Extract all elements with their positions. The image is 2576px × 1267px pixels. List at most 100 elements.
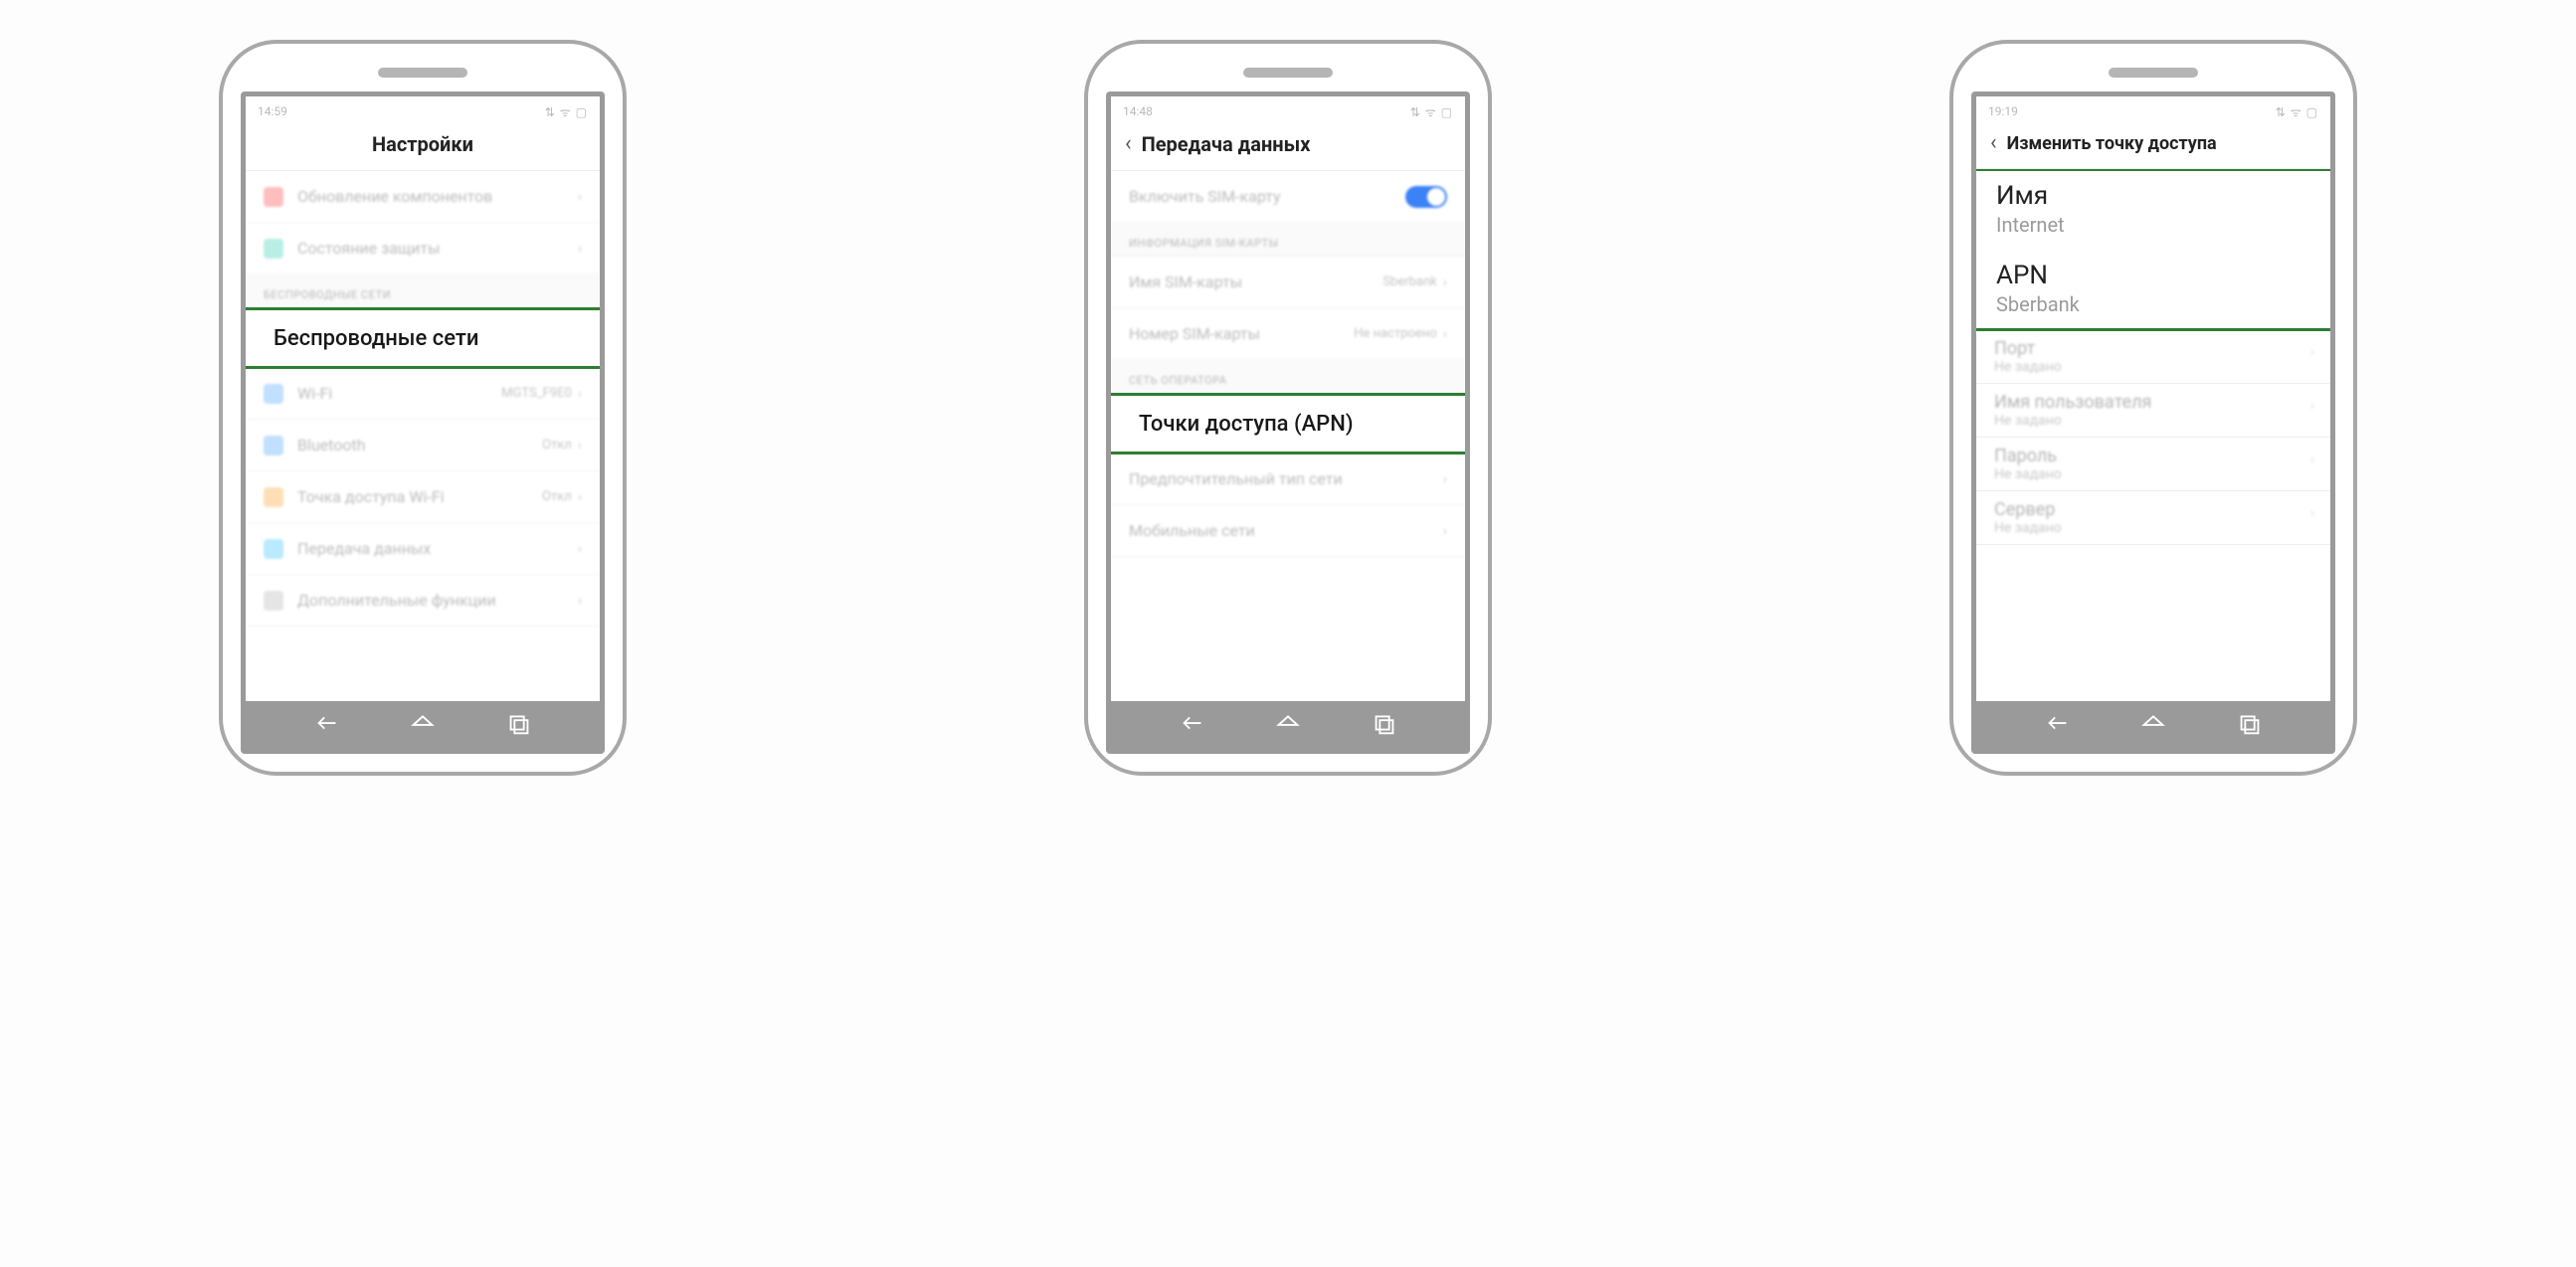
hotspot-icon [264,487,283,507]
status-bar: 14:48 ⇅ ᯤ ▢ [1111,96,1465,126]
nav-home-icon[interactable] [1273,708,1303,742]
row-label: Дополнительные функции [297,591,578,610]
phone-screen: 14:48 ⇅ ᯤ ▢ ‹ Передача данных Включить S… [1106,91,1470,754]
page-title: Передача данных [1142,132,1311,156]
bluetooth-icon [264,436,283,455]
phone-screen: 19:19 ⇅ ᯤ ▢ ‹ Изменить точку доступа Имя… [1971,91,2335,754]
row-value: MGTS_F9E0 [501,386,572,401]
chevron-right-icon: › [1443,274,1447,290]
phone-screen: 14:59 ⇅ ᯤ ▢ Настройки Обновление компоне… [241,91,605,754]
apn-edit-list: Имя Internet APN Sberbank Порт Не задано… [1976,168,2330,701]
row-label: Wi-Fi [297,384,501,403]
phone-mockup-data-transfer: 14:48 ⇅ ᯤ ▢ ‹ Передача данных Включить S… [1084,40,1492,776]
row-apn-highlighted[interactable]: Точки доступа (APN) [1111,393,1465,454]
nav-back-icon[interactable] [1178,708,1207,742]
row-label: Передача данных [297,539,578,558]
more-icon [264,591,283,611]
row-label: Предпочтительный тип сети [1129,469,1443,488]
row-update-components[interactable]: Обновление компонентов › [246,171,600,223]
field-value: Не задано [1994,359,2312,375]
row-value: Откл [542,438,572,452]
status-time: 14:48 [1123,104,1153,118]
android-navbar [1976,701,2330,749]
chevron-right-icon: › [1443,326,1447,342]
row-mobile-networks[interactable]: Мобильные сети › [1111,505,1465,557]
section-sim-info: ИНФОРМАЦИЯ SIM-КАРТЫ [1111,223,1465,257]
page-header: ‹ Передача данных [1111,126,1465,170]
nav-recent-icon[interactable] [2235,708,2265,742]
page-header: Настройки [246,126,600,170]
row-bluetooth[interactable]: Bluetooth Откл › [246,420,600,471]
apn-name-apn-highlighted: Имя Internet APN Sberbank [1976,168,2330,331]
field-label: APN [1996,261,2310,290]
row-hotspot[interactable]: Точка доступа Wi-Fi Откл › [246,471,600,523]
nav-back-icon[interactable] [312,708,342,742]
row-data-transfer[interactable]: Передача данных › [246,523,600,575]
row-label: Bluetooth [297,436,542,454]
field-value: Не задано [1994,466,2312,482]
nav-home-icon[interactable] [408,708,438,742]
chevron-right-icon: › [578,438,582,453]
apn-field-name[interactable]: Имя Internet [1996,177,2310,247]
status-indicators: ⇅ ᯤ ▢ [2276,103,2318,120]
status-bar: 14:59 ⇅ ᯤ ▢ [246,96,600,126]
nav-recent-icon[interactable] [504,708,534,742]
chevron-right-icon: › [578,386,582,402]
row-label: Беспроводные сети [274,326,478,351]
row-label: Номер SIM-карты [1129,324,1354,343]
chevron-right-icon: › [578,541,582,557]
row-value: Не настроено [1354,326,1437,341]
field-label: Пароль [1994,446,2312,466]
row-sim-number[interactable]: Номер SIM-карты Не настроено › [1111,308,1465,360]
status-time: 14:59 [258,104,287,118]
apn-field-port[interactable]: Порт Не задано › [1976,330,2330,384]
nav-back-icon[interactable] [2043,708,2073,742]
field-label: Сервер [1994,499,2312,520]
data-settings-list: Включить SIM-карту ИНФОРМАЦИЯ SIM-КАРТЫ … [1111,170,1465,701]
field-label: Порт [1994,338,2312,359]
apn-field-server[interactable]: Сервер Не задано › [1976,491,2330,545]
android-navbar [1111,701,1465,749]
chevron-right-icon: › [578,241,582,257]
page-title: Настройки [372,132,473,156]
back-icon[interactable]: ‹ [1990,132,1997,154]
apn-field-username[interactable]: Имя пользователя Не задано › [1976,384,2330,438]
chevron-right-icon: › [1443,523,1447,539]
row-wireless-networks-highlighted[interactable]: Беспроводные сети [246,307,600,369]
row-value: Sberbank [1382,274,1436,289]
phone-speaker [378,68,467,78]
row-label: Имя SIM-карты [1129,272,1382,291]
apn-field-apn[interactable]: APN Sberbank [1996,247,2310,320]
nav-home-icon[interactable] [2138,708,2168,742]
chevron-right-icon: › [578,189,582,205]
nav-recent-icon[interactable] [1370,708,1399,742]
row-sim-name[interactable]: Имя SIM-карты Sberbank › [1111,257,1465,308]
update-icon [264,187,283,207]
data-icon [264,539,283,559]
row-value: Откл [542,489,572,504]
sim-toggle-switch[interactable] [1405,186,1447,208]
row-enable-sim[interactable]: Включить SIM-карту [1111,171,1465,223]
row-security-status[interactable]: Состояние защиты › [246,223,600,274]
wifi-icon [264,384,283,404]
row-more[interactable]: Дополнительные функции › [246,575,600,627]
row-wifi[interactable]: Wi-Fi MGTS_F9E0 › [246,368,600,420]
row-label: Точка доступа Wi-Fi [297,487,542,506]
field-value: Sberbank [1996,292,2310,316]
field-value: Не задано [1994,520,2312,536]
status-indicators: ⇅ ᯤ ▢ [1410,103,1453,120]
android-navbar [246,701,600,749]
row-label: Обновление компонентов [297,187,578,206]
page-title: Изменить точку доступа [2007,133,2217,154]
page-header: ‹ Изменить точку доступа [1976,126,2330,168]
phone-speaker [1243,68,1333,78]
chevron-right-icon: › [2310,344,2314,360]
chevron-right-icon: › [2310,505,2314,521]
apn-field-password[interactable]: Пароль Не задано › [1976,438,2330,491]
field-label: Имя [1996,181,2310,211]
back-icon[interactable]: ‹ [1125,133,1132,155]
field-value: Internet [1996,213,2310,237]
row-preferred-network[interactable]: Предпочтительный тип сети › [1111,453,1465,505]
row-label: Состояние защиты [297,239,578,258]
settings-list: Обновление компонентов › Состояние защит… [246,170,600,701]
